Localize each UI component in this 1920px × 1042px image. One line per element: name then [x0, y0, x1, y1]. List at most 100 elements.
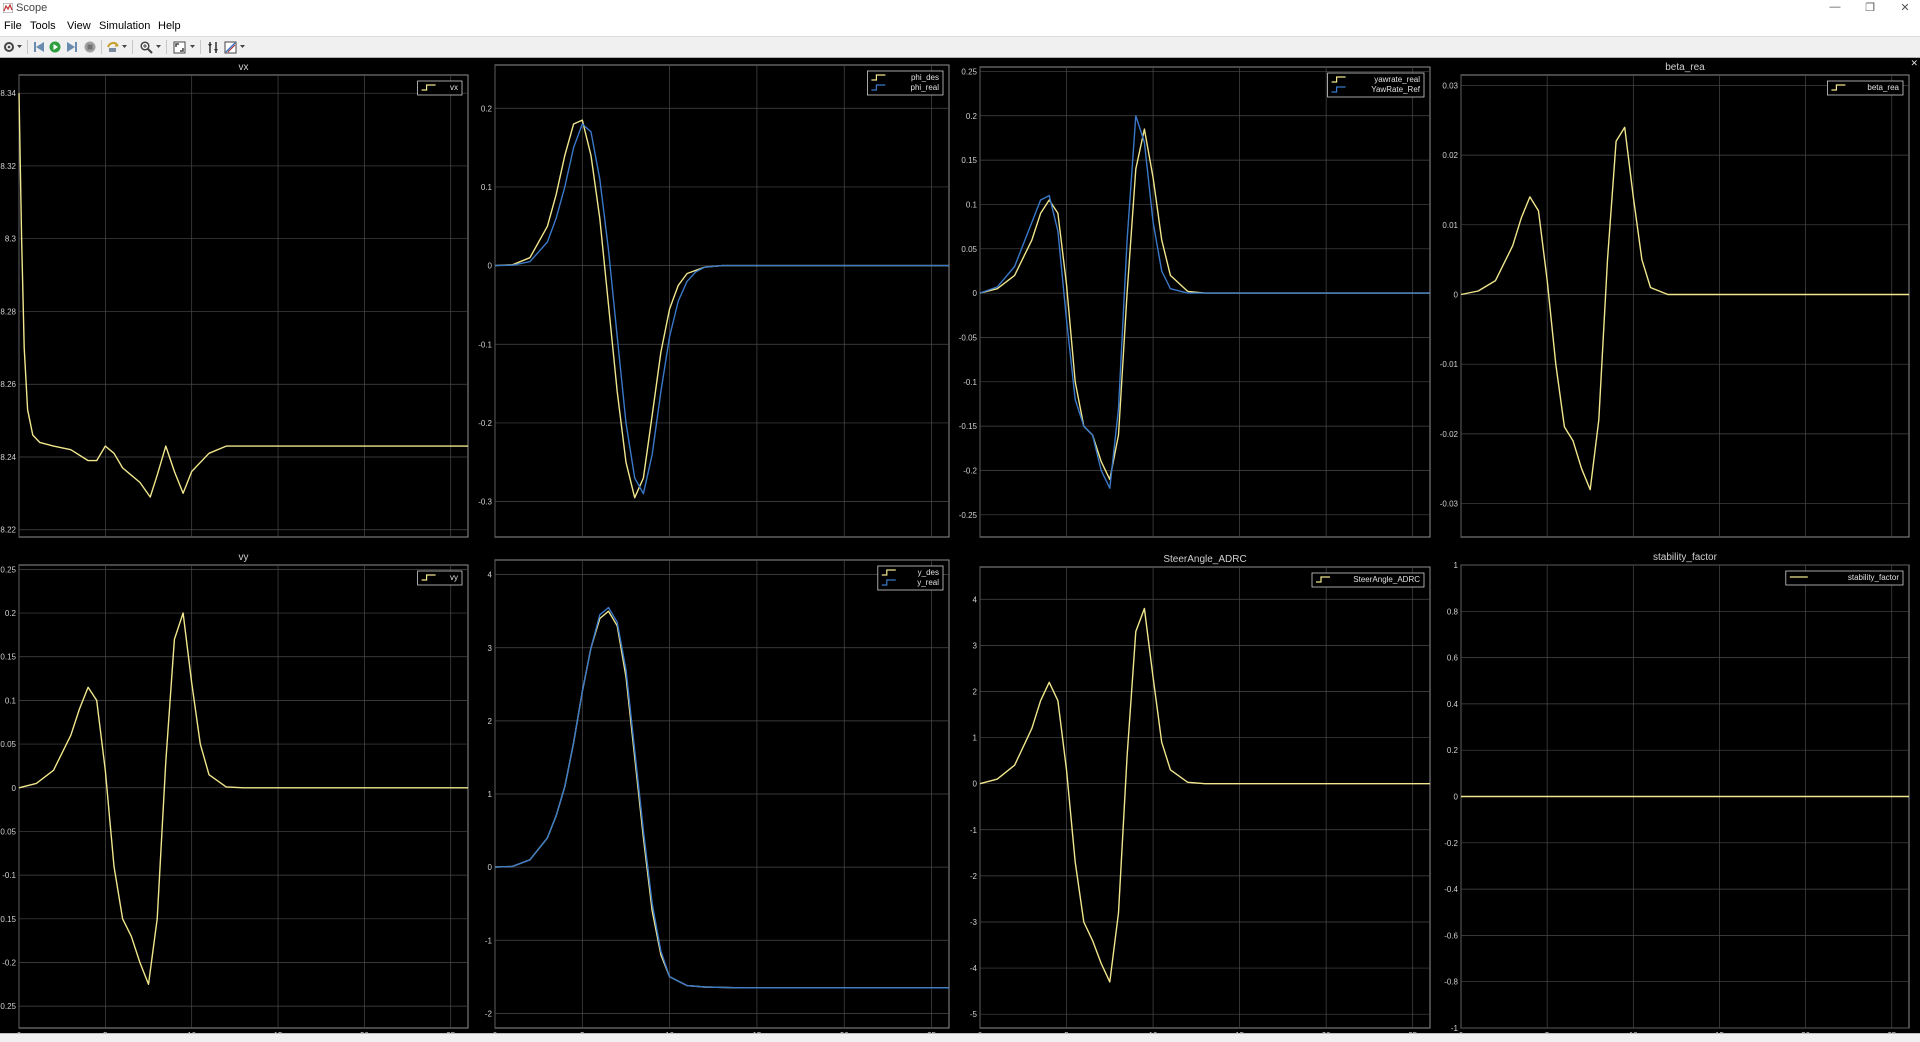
toolbar-separator — [200, 40, 201, 54]
axes-frame[interactable] — [979, 566, 1431, 1029]
undock-icon[interactable]: ✕ — [1910, 58, 1918, 69]
y-tick-label: 0.2 — [481, 104, 493, 113]
fit-to-view-icon[interactable] — [171, 39, 187, 55]
scope-panel: -0.03-0.02-0.0100.010.020.03beta_reabeta… — [1440, 62, 1910, 538]
cursor-measurement-icon[interactable] — [205, 39, 221, 55]
y-tick-label: -2 — [970, 872, 978, 881]
legend-label: YawRate_Ref — [1371, 85, 1421, 94]
y-tick-label: -0.2 — [2, 958, 16, 967]
y-tick-label: 0.25 — [961, 67, 977, 76]
highlight-block-icon[interactable] — [105, 39, 121, 55]
y-tick-label: 0.8 — [1447, 607, 1459, 616]
plot-title: vy — [239, 552, 249, 563]
y-tick-label: 0.1 — [966, 200, 978, 209]
y-tick-label: 2 — [973, 687, 978, 696]
scope-panel: -0.3 -0.2 -0.1 0 0.1 0.2 phi_desphi_real — [478, 64, 950, 538]
y-tick-label: 1 — [973, 734, 978, 743]
y-tick-label: 0 — [1454, 291, 1459, 300]
y-tick-label: 4 — [488, 571, 493, 580]
axes-frame[interactable] — [1460, 74, 1910, 538]
legend-label: phi_des — [911, 73, 939, 82]
y-tick-label: 8.28 — [0, 307, 16, 316]
axes-frame[interactable] — [494, 64, 950, 538]
menu-bar: File Tools View Simulation Help — [0, 16, 1920, 36]
step-forward-icon[interactable] — [64, 39, 80, 55]
y-tick-label: 0.05 — [0, 740, 16, 749]
y-tick-label: 4 — [973, 595, 978, 604]
y-tick-label: 1 — [1454, 561, 1459, 570]
window-title-bar: Scope — ❐ ✕ — [0, 0, 1920, 16]
legend[interactable]: vy — [417, 570, 463, 586]
y-tick-label: -0.03 — [1440, 500, 1459, 509]
y-tick-label: 0.1 — [5, 696, 17, 705]
legend[interactable]: y_desy_real — [877, 565, 944, 591]
y-tick-label: 0.2 — [966, 112, 978, 121]
y-tick-label: 0 — [488, 262, 493, 271]
plot-title: SteerAngle_ADRC — [1163, 554, 1246, 565]
menu-file[interactable]: File — [4, 20, 22, 32]
y-tick-label: 0 — [973, 780, 978, 789]
scope-panel: -0.25 -0.2 -0.15 -0.1 -0.05 0 0.05 0.1 0.15 0.2 0.… — [0, 552, 469, 1040]
highlight-dropdown-arrow-icon[interactable] — [121, 39, 128, 55]
toolbar-separator — [132, 40, 133, 54]
plot-title: vx — [239, 62, 249, 73]
legend[interactable]: stability_factor — [1785, 570, 1904, 586]
y-tick-label: -5 — [970, 1010, 978, 1019]
menu-tools[interactable]: Tools — [30, 20, 56, 32]
scope-panel: -5-4-3-2-1012340510152025SteerAngle_ADRC… — [970, 554, 1431, 1040]
zoom-dropdown-arrow-icon[interactable] — [155, 39, 162, 55]
legend[interactable]: SteerAngle_ADRC — [1311, 572, 1425, 588]
minimize-button[interactable]: — — [1820, 1, 1850, 13]
y-tick-label: 2 — [488, 717, 493, 726]
y-tick-label: -2 — [485, 1009, 493, 1018]
legend[interactable]: vx — [417, 80, 463, 96]
scope-display-area: 8.22 8.24 8.26 8.28 8.3 8.32 8.34 vx vx -0.3 -0.2-… — [0, 58, 1920, 1040]
y-tick-label: 0 — [488, 863, 493, 872]
y-tick-label: -3 — [970, 918, 978, 927]
close-button[interactable]: ✕ — [1890, 1, 1920, 14]
y-tick-label: 3 — [488, 644, 493, 653]
fit-dropdown-arrow-icon[interactable] — [189, 39, 196, 55]
y-tick-label: -1 — [485, 936, 493, 945]
style-dropdown-arrow-icon[interactable] — [239, 39, 246, 55]
y-tick-label: 0.2 — [1447, 746, 1459, 755]
legend[interactable]: yawrate_realYawRate_Ref — [1327, 72, 1425, 98]
y-tick-label: 0.01 — [1442, 221, 1458, 230]
scope-panel: 8.22 8.24 8.26 8.28 8.3 8.32 8.34 vx vx — [0, 62, 469, 538]
zoom-icon[interactable] — [138, 39, 154, 55]
menu-simulation[interactable]: Simulation — [99, 20, 150, 32]
step-back-icon[interactable] — [31, 39, 47, 55]
scope-panel: -0.25 -0.2 -0.15 -0.1 -0.05 0 0.05 0.1 0.15 0.2 0.… — [959, 66, 1431, 538]
axes-frame[interactable] — [18, 564, 469, 1029]
y-tick-label: -0.25 — [959, 511, 978, 520]
stop-icon[interactable] — [82, 39, 98, 55]
y-tick-label: 8.24 — [0, 453, 16, 462]
y-tick-label: -0.2 — [963, 466, 977, 475]
y-tick-label: -0.1 — [963, 378, 977, 387]
plot-title: beta_rea — [1665, 62, 1705, 73]
y-tick-label: 8.3 — [5, 235, 17, 244]
y-tick-label: -4 — [970, 964, 978, 973]
y-tick-label: 8.26 — [0, 380, 16, 389]
legend-label: vy — [450, 573, 458, 582]
legend[interactable]: phi_desphi_real — [867, 70, 944, 96]
menu-view[interactable]: View — [67, 20, 91, 32]
toolbar-separator — [166, 40, 167, 54]
y-tick-label: 0.6 — [1447, 654, 1459, 663]
toolbar — [0, 36, 1920, 58]
axes-frame[interactable] — [979, 66, 1431, 538]
y-tick-label: -0.02 — [1440, 430, 1459, 439]
legend[interactable]: beta_rea — [1827, 80, 1904, 96]
y-tick-label: -0.6 — [1444, 931, 1458, 940]
axes-frame[interactable] — [18, 74, 469, 538]
y-tick-label: 0.05 — [961, 245, 977, 254]
maximize-button[interactable]: ❐ — [1855, 1, 1885, 14]
settings-icon[interactable] — [1, 39, 17, 55]
style-icon[interactable] — [222, 39, 238, 55]
run-icon[interactable] — [47, 39, 63, 55]
settings-dropdown-arrow-icon[interactable] — [16, 39, 23, 55]
toolbar-separator — [101, 40, 102, 54]
y-tick-label: -0.01 — [1440, 360, 1459, 369]
menu-help[interactable]: Help — [158, 20, 181, 32]
y-tick-label: 8.34 — [0, 89, 16, 98]
